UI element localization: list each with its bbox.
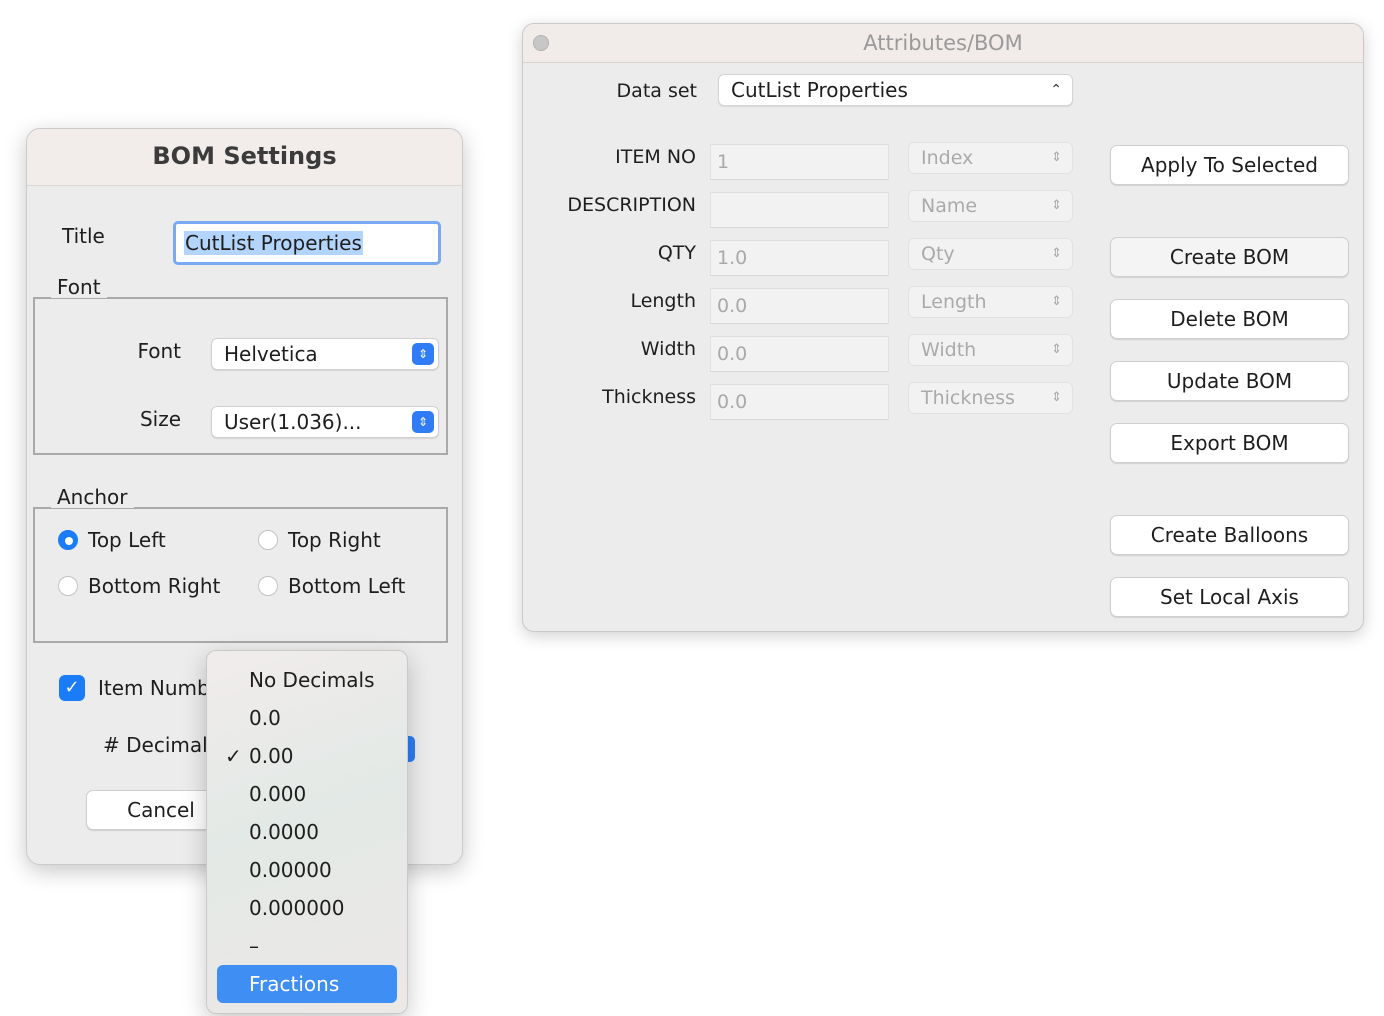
- checkmark-icon: ✓: [225, 744, 242, 768]
- title-input-value: CutList Properties: [184, 231, 363, 255]
- qty-field[interactable]: 1.0: [710, 240, 889, 276]
- font-select-value: Helvetica: [224, 342, 318, 366]
- anchor-bottom-left-radio[interactable]: [258, 576, 278, 596]
- description-source-select[interactable]: Name ⇕: [908, 190, 1073, 222]
- chevron-updown-icon: ⇕: [1051, 198, 1062, 213]
- item-no-label: ITEM NO: [615, 146, 696, 168]
- width-source-value: Width: [921, 339, 977, 361]
- export-bom-button[interactable]: Export BOM: [1110, 423, 1349, 463]
- length-source-value: Length: [921, 291, 987, 313]
- width-field[interactable]: 0.0: [710, 336, 889, 372]
- font-label: Font: [137, 339, 181, 363]
- length-field[interactable]: 0.0: [710, 288, 889, 324]
- anchor-top-right-radio[interactable]: [258, 530, 278, 550]
- dialog-title: BOM Settings: [152, 142, 337, 170]
- menu-item-3-decimals[interactable]: 0.000: [207, 775, 407, 813]
- description-label: DESCRIPTION: [567, 194, 696, 216]
- anchor-bottom-left-label[interactable]: Bottom Left: [288, 573, 405, 599]
- attributes-titlebar[interactable]: Attributes/BOM: [523, 24, 1363, 63]
- thickness-source-value: Thickness: [921, 387, 1015, 409]
- anchor-bottom-right-label[interactable]: Bottom Right: [88, 573, 220, 599]
- menu-item-2-decimals[interactable]: ✓ 0.00: [207, 737, 407, 775]
- chevron-updown-icon: ⌃︎: [1050, 82, 1062, 98]
- thickness-field[interactable]: 0.0: [710, 384, 889, 420]
- length-source-select[interactable]: Length ⇕: [908, 286, 1073, 318]
- data-set-label: Data set: [616, 80, 697, 102]
- data-set-select[interactable]: CutList Properties ⌃︎: [718, 74, 1073, 106]
- length-label: Length: [630, 290, 696, 312]
- menu-item-5-decimals[interactable]: 0.00000: [207, 851, 407, 889]
- anchor-top-left-radio[interactable]: [58, 530, 78, 550]
- width-label: Width: [640, 338, 696, 360]
- anchor-top-left-label[interactable]: Top Left: [88, 527, 166, 553]
- size-select[interactable]: User(1.036)... ⇕: [211, 406, 439, 438]
- font-group-title: Font: [51, 276, 107, 298]
- size-label: Size: [139, 407, 181, 431]
- chevron-updown-icon: ⇕: [1051, 390, 1062, 405]
- chevron-updown-icon: ⇕: [412, 411, 434, 433]
- item-number-checkbox[interactable]: ✓: [59, 675, 85, 701]
- chevron-updown-icon: ⇕: [1051, 246, 1062, 261]
- item-no-field[interactable]: 1: [710, 144, 889, 180]
- apply-to-selected-button[interactable]: Apply To Selected: [1110, 145, 1349, 185]
- qty-source-value: Qty: [921, 243, 955, 265]
- decimals-menu: No Decimals 0.0 ✓ 0.00 0.000 0.0000 0.00…: [206, 650, 408, 1014]
- anchor-bottom-right-radio[interactable]: [58, 576, 78, 596]
- delete-bom-button[interactable]: Delete BOM: [1110, 299, 1349, 339]
- menu-item-no-decimals[interactable]: No Decimals: [207, 661, 407, 699]
- description-source-value: Name: [921, 195, 978, 217]
- decimals-label: # Decimals: [103, 733, 219, 757]
- item-no-source-value: Index: [921, 147, 974, 169]
- menu-item-2-decimals-label: 0.00: [249, 744, 294, 768]
- menu-item-6-decimals[interactable]: 0.000000: [207, 889, 407, 927]
- size-select-value: User(1.036)...: [224, 410, 362, 434]
- chevron-updown-icon: ⇕: [1051, 150, 1062, 165]
- bom-settings-titlebar[interactable]: BOM Settings: [27, 129, 462, 186]
- attributes-bom-window: Attributes/BOM Data set CutList Properti…: [522, 23, 1364, 632]
- update-bom-button[interactable]: Update BOM: [1110, 361, 1349, 401]
- data-set-value: CutList Properties: [731, 78, 908, 102]
- width-source-select[interactable]: Width ⇕: [908, 334, 1073, 366]
- thickness-label: Thickness: [602, 386, 696, 408]
- item-no-source-select[interactable]: Index ⇕: [908, 142, 1073, 174]
- title-label: Title: [62, 224, 105, 248]
- create-balloons-button[interactable]: Create Balloons: [1110, 515, 1349, 555]
- menu-separator-item: –: [249, 934, 259, 958]
- menu-item-1-decimal[interactable]: 0.0: [207, 699, 407, 737]
- chevron-updown-icon: ⇕: [412, 343, 434, 365]
- item-number-label[interactable]: Item Numb: [98, 675, 210, 701]
- title-input[interactable]: CutList Properties: [173, 221, 441, 265]
- set-local-axis-button[interactable]: Set Local Axis: [1110, 577, 1349, 617]
- menu-item-fractions[interactable]: Fractions: [217, 965, 397, 1003]
- create-bom-button[interactable]: Create BOM: [1110, 237, 1349, 277]
- qty-label: QTY: [657, 242, 696, 264]
- description-field[interactable]: [710, 192, 889, 228]
- font-select[interactable]: Helvetica ⇕: [211, 338, 439, 370]
- anchor-top-right-label[interactable]: Top Right: [288, 527, 381, 553]
- chevron-updown-icon: ⇕: [1051, 342, 1062, 357]
- menu-item-4-decimals[interactable]: 0.0000: [207, 813, 407, 851]
- qty-source-select[interactable]: Qty ⇕: [908, 238, 1073, 270]
- anchor-group-title: Anchor: [51, 486, 134, 508]
- thickness-source-select[interactable]: Thickness ⇕: [908, 382, 1073, 414]
- window-title: Attributes/BOM: [863, 31, 1023, 55]
- chevron-updown-icon: ⇕: [1051, 294, 1062, 309]
